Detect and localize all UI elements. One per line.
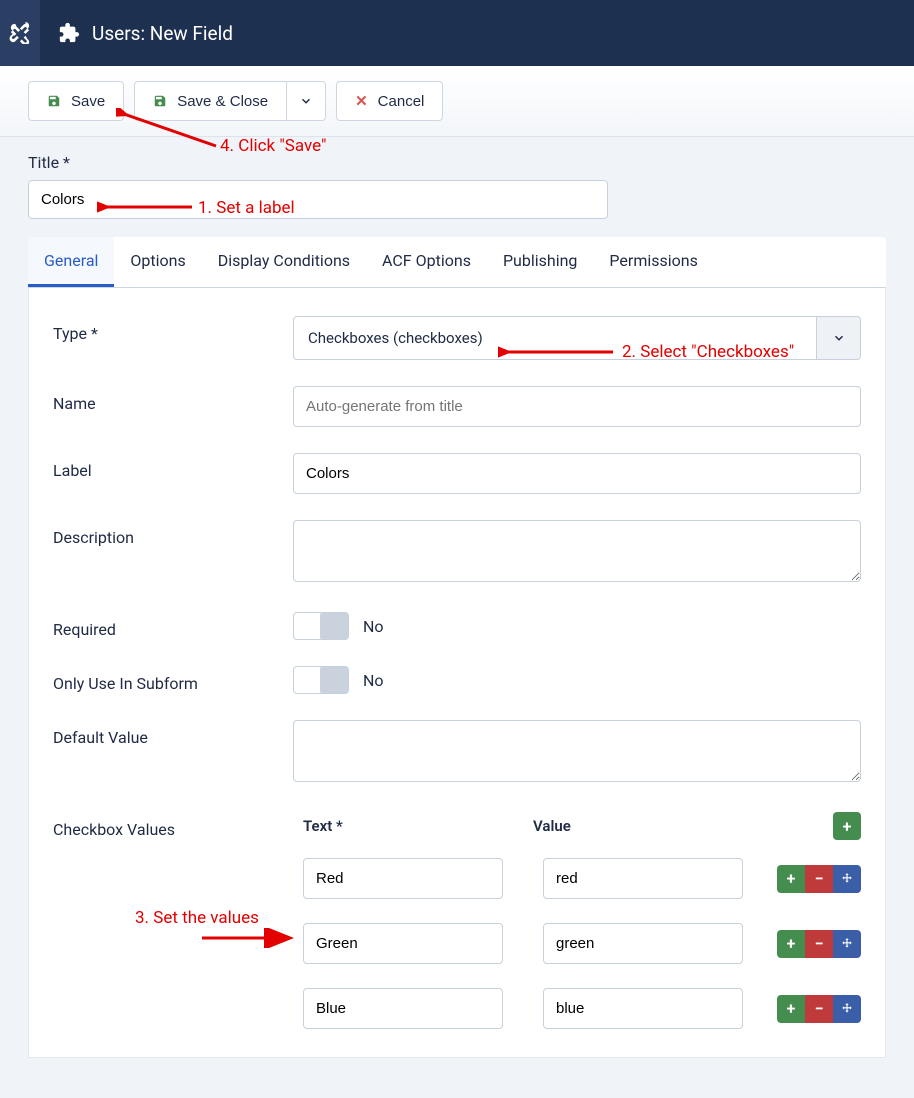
tab-acf-options[interactable]: ACF Options — [366, 237, 487, 287]
cval-value-header: Value — [533, 817, 773, 835]
page-title: Users: New Field — [92, 22, 233, 45]
cval-remove[interactable]: − — [805, 995, 833, 1023]
label-label: Label — [53, 453, 293, 480]
tabs: General Options Display Conditions ACF O… — [28, 237, 886, 288]
default-value-label: Default Value — [53, 720, 293, 747]
subform-toggle[interactable] — [293, 666, 349, 694]
cval-move[interactable] — [833, 995, 861, 1023]
description-label: Description — [53, 520, 293, 547]
cval-row: + − — [293, 858, 861, 899]
type-label: Type * — [53, 316, 293, 343]
cval-text-input[interactable] — [303, 923, 503, 964]
title-input[interactable] — [28, 180, 608, 219]
puzzle-icon — [58, 22, 80, 44]
header-bar: Users: New Field — [0, 0, 914, 66]
required-label: Required — [53, 612, 293, 639]
subform-label: Only Use In Subform — [53, 666, 293, 693]
tab-permissions[interactable]: Permissions — [593, 237, 713, 287]
required-value: No — [363, 617, 384, 636]
move-icon — [840, 872, 854, 886]
cval-move[interactable] — [833, 930, 861, 958]
cval-value-input[interactable] — [543, 858, 743, 899]
close-icon: ✕ — [355, 92, 368, 110]
cval-value-input[interactable] — [543, 923, 743, 964]
cval-text-input[interactable] — [303, 858, 503, 899]
label-input[interactable] — [293, 453, 861, 494]
cval-move[interactable] — [833, 865, 861, 893]
chevron-down-icon — [299, 94, 313, 108]
move-icon — [840, 937, 854, 951]
save-close-button[interactable]: Save & Close — [134, 81, 287, 121]
move-icon — [840, 1002, 854, 1016]
tab-publishing[interactable]: Publishing — [487, 237, 593, 287]
save-icon — [153, 94, 167, 108]
cval-value-input[interactable] — [543, 988, 743, 1029]
cval-add[interactable]: + — [777, 995, 805, 1023]
cval-row: + − — [293, 988, 861, 1029]
tab-options[interactable]: Options — [114, 237, 201, 287]
type-select[interactable]: Checkboxes (checkboxes) — [293, 316, 817, 360]
cval-add[interactable]: + — [777, 930, 805, 958]
checkbox-values-label: Checkbox Values — [53, 812, 293, 839]
cancel-button[interactable]: ✕ Cancel — [336, 81, 443, 121]
cval-text-header: Text * — [293, 817, 533, 835]
tab-display-conditions[interactable]: Display Conditions — [202, 237, 366, 287]
description-input[interactable] — [293, 520, 861, 582]
tab-general[interactable]: General — [28, 237, 114, 287]
cval-add[interactable]: + — [777, 865, 805, 893]
cval-remove[interactable]: − — [805, 930, 833, 958]
cval-remove[interactable]: − — [805, 865, 833, 893]
cval-add-top[interactable]: + — [833, 812, 861, 840]
save-button[interactable]: Save — [28, 81, 124, 121]
subform-value: No — [363, 671, 384, 690]
title-label: Title * — [28, 153, 886, 172]
toolbar: Save Save & Close ✕ Cancel — [0, 66, 914, 137]
type-select-toggle[interactable] — [817, 316, 861, 360]
name-label: Name — [53, 386, 293, 413]
joomla-logo[interactable] — [0, 0, 40, 66]
save-icon — [47, 94, 61, 108]
name-input[interactable] — [293, 386, 861, 427]
chevron-down-icon — [832, 331, 846, 345]
default-value-input[interactable] — [293, 720, 861, 782]
required-toggle[interactable] — [293, 612, 349, 640]
cval-row: + − — [293, 923, 861, 964]
cval-text-input[interactable] — [303, 988, 503, 1029]
save-dropdown-button[interactable] — [287, 81, 326, 121]
